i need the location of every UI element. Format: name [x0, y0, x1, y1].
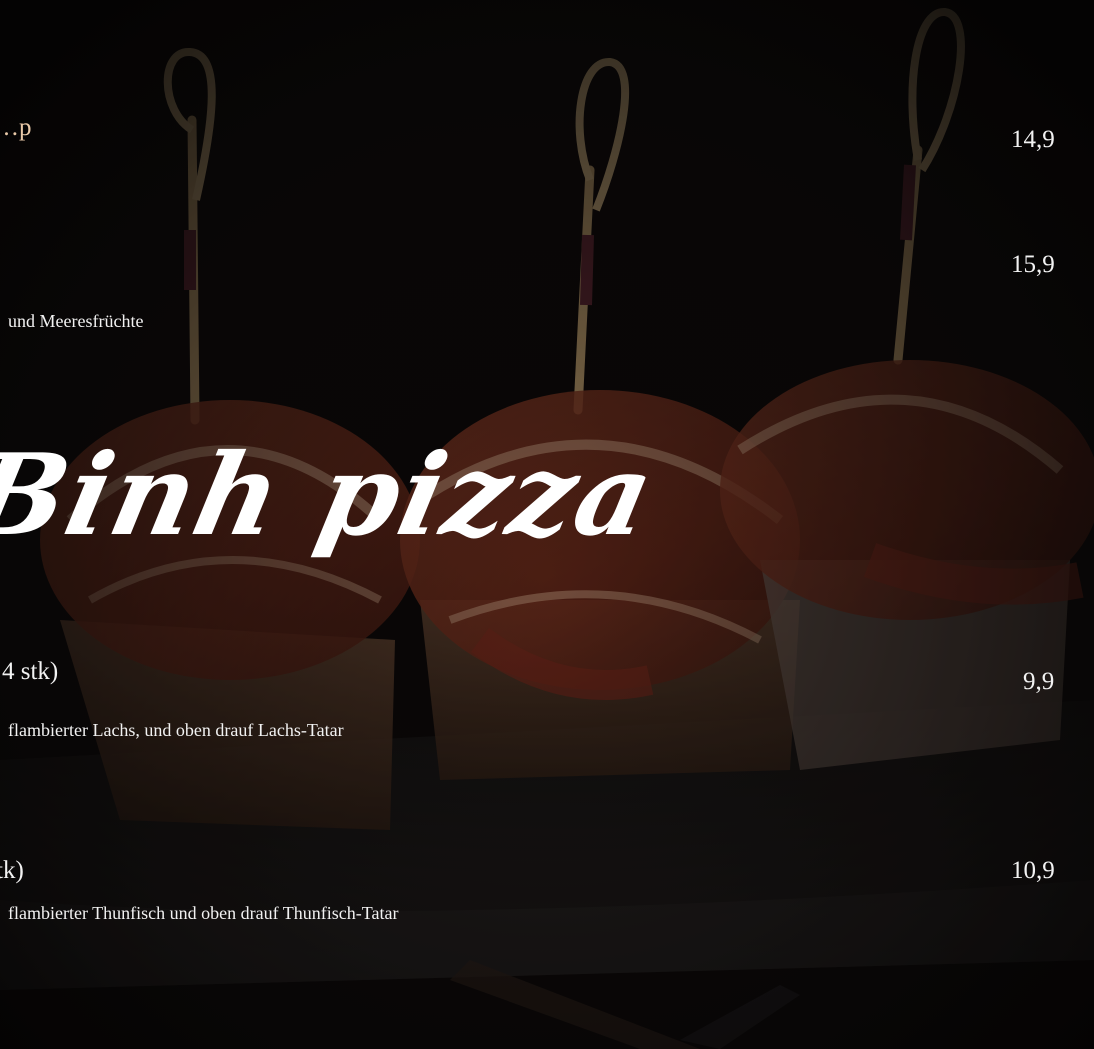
menu-item-price-4: 10,9: [1011, 857, 1055, 884]
menu-item-description-3: flambierter Lachs, und oben drauf Lachs-…: [8, 720, 344, 740]
menu-page: …p 14,9 15,9 und Meeresfrüchte Binh pizz…: [0, 0, 1094, 1049]
menu-item-name-1: …p: [0, 114, 32, 141]
menu-item-name-3: 4 stk): [2, 658, 59, 685]
menu-item-name-4: tk): [0, 857, 24, 884]
menu-item-description-4: flambierter Thunfisch und oben drauf Thu…: [8, 903, 399, 923]
menu-item-price-3: 9,9: [1023, 668, 1055, 695]
menu-item-price-2: 15,9: [1011, 251, 1055, 278]
menu-item-description-2: und Meeresfrüchte: [8, 311, 144, 331]
menu-item-price-1: 14,9: [1011, 126, 1055, 153]
section-title: Binh pizza: [0, 430, 666, 561]
